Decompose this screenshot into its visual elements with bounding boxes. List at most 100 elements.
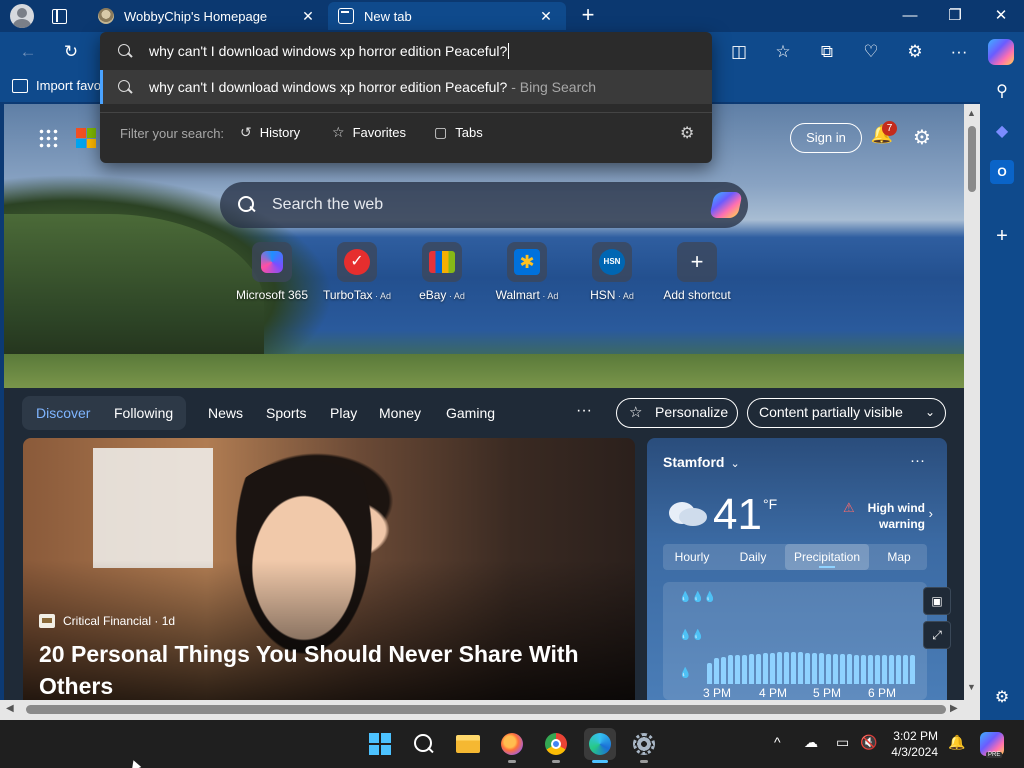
search-icon — [238, 196, 256, 214]
personalize-button[interactable]: ☆ Personalize — [616, 398, 738, 428]
weather-tab-daily[interactable]: Daily — [723, 544, 783, 570]
tab-actions-icon[interactable] — [48, 6, 70, 26]
notification-bell-icon[interactable]: 🔔 — [948, 734, 965, 751]
taskbar-search[interactable] — [408, 728, 440, 760]
horizontal-scrollbar[interactable]: ◀ ▶ — [0, 700, 980, 720]
shortcut-turbotax[interactable]: ✓ TurboTax · Ad — [309, 242, 405, 302]
sidebar-copilot-icon[interactable]: ◆ — [990, 120, 1014, 144]
scroll-left-icon[interactable]: ◀ — [6, 703, 14, 714]
restore-button[interactable]: ❐ — [932, 0, 978, 32]
page-settings-icon[interactable]: ⚙ — [910, 125, 934, 149]
nav-money[interactable]: Money — [379, 396, 421, 430]
back-icon[interactable]: ← — [15, 40, 41, 64]
weather-card[interactable]: Stamford ⌄ ··· 41 °F ⚠ High wind warning … — [647, 438, 947, 700]
vertical-scrollbar[interactable]: ▲ ▼ — [964, 104, 980, 700]
precipitation-bar — [742, 655, 747, 684]
taskbar-firefox[interactable] — [496, 728, 528, 763]
favorites-icon[interactable]: ☆ — [770, 40, 796, 64]
app-launcher-icon[interactable] — [38, 128, 58, 148]
web-search-box[interactable]: Search the web — [220, 182, 748, 228]
tab-wobbychip-homepage[interactable]: WobbyChip's Homepage ✕ — [88, 2, 328, 30]
weather-unit[interactable]: °F — [763, 496, 777, 512]
close-window-button[interactable]: ✕ — [978, 0, 1024, 32]
shortcut-microsoft-365[interactable]: Microsoft 365 — [224, 242, 320, 302]
nav-play[interactable]: Play — [330, 396, 357, 430]
sign-in-button[interactable]: Sign in — [790, 123, 862, 153]
taskbar-clock[interactable]: 3:02 PM 4/3/2024 — [866, 728, 938, 760]
sidebar-add-icon[interactable]: + — [990, 224, 1014, 248]
shortcut-hsn[interactable]: HSN HSN · Ad — [564, 242, 660, 302]
add-shortcut-button[interactable]: + Add shortcut — [649, 242, 745, 302]
chevron-right-icon[interactable]: › — [929, 506, 933, 521]
tray-overflow-chevron-icon[interactable]: ^ — [774, 734, 781, 750]
ebay-icon — [429, 251, 455, 273]
weather-more-icon[interactable]: ··· — [910, 452, 925, 469]
edge-sidebar: ⚲ ◆ O + ⚙ — [980, 72, 1024, 720]
chevron-down-icon: ⌄ — [730, 458, 740, 470]
microsoft-logo-icon[interactable] — [76, 128, 96, 148]
copilot-pre-badge: PRE — [986, 752, 1003, 758]
weather-tab-precipitation[interactable]: Precipitation — [785, 544, 869, 570]
scroll-up-icon[interactable]: ▲ — [967, 108, 976, 118]
search-suggestion[interactable]: why can't I download windows xp horror e… — [100, 70, 712, 104]
display-icon[interactable]: ▭ — [836, 734, 849, 751]
nav-gaming[interactable]: Gaming — [446, 396, 495, 430]
sidebar-settings-icon[interactable]: ⚙ — [990, 686, 1014, 710]
precipitation-bar — [903, 655, 908, 684]
windows-start-icon — [369, 733, 391, 755]
start-button[interactable] — [364, 728, 396, 760]
article-headline[interactable]: 20 Personal Things You Should Never Shar… — [39, 638, 619, 700]
network-disconnected-icon[interactable]: ☁ — [804, 734, 818, 751]
sidebar-search-icon[interactable]: ⚲ — [990, 80, 1014, 104]
scrollbar-thumb[interactable] — [968, 126, 976, 192]
address-bar-input[interactable]: why can't I download windows xp horror e… — [100, 32, 712, 70]
weather-tab-map[interactable]: Map — [871, 544, 927, 570]
weather-location[interactable]: Stamford ⌄ — [663, 454, 740, 470]
nav-news[interactable]: News — [208, 396, 243, 430]
weather-tab-hourly[interactable]: Hourly — [663, 544, 721, 570]
sidebar-outlook-icon[interactable]: O — [990, 160, 1014, 184]
nav-sports[interactable]: Sports — [266, 396, 306, 430]
scroll-down-icon[interactable]: ▼ — [967, 682, 976, 692]
expand-icon[interactable]: ⤢ — [923, 621, 951, 649]
extensions-icon[interactable]: ⚙ — [902, 40, 928, 64]
tab-close-icon[interactable]: ✕ — [298, 8, 318, 25]
content-visibility-dropdown[interactable]: Content partially visible ⌄ — [747, 398, 946, 428]
copilot-preview-icon[interactable]: PRE — [980, 732, 1004, 758]
heavy-rain-icon: 💧💧💧 — [679, 592, 717, 603]
taskbar-settings[interactable] — [628, 728, 660, 763]
browser-essentials-icon[interactable]: ♡ — [858, 40, 884, 64]
search-settings-icon[interactable]: ⚙ — [680, 123, 694, 143]
more-menu-icon[interactable]: ··· — [946, 40, 972, 64]
scrollbar-thumb[interactable] — [26, 705, 946, 714]
filter-favorites[interactable]: ☆ Favorites — [332, 124, 406, 141]
tab-new-tab[interactable]: New tab ✕ — [328, 2, 566, 30]
filter-tabs[interactable]: ▢ Tabs — [434, 124, 483, 141]
taskbar-file-explorer[interactable] — [452, 728, 484, 760]
refresh-icon[interactable]: ↻ — [58, 40, 84, 64]
taskbar-edge[interactable] — [584, 728, 616, 763]
taskbar-chrome[interactable] — [540, 728, 572, 763]
time-label: 6 PM — [868, 686, 897, 700]
weather-alert[interactable]: High wind warning — [845, 500, 925, 532]
import-favorites-link[interactable]: Import favo — [12, 78, 101, 93]
shortcut-ebay[interactable]: eBay · Ad — [394, 242, 490, 302]
feed-more-icon[interactable]: ··· — [576, 396, 592, 426]
collections-icon[interactable]: ⧉ — [814, 40, 840, 64]
tab-discover[interactable]: Discover — [36, 396, 90, 430]
copilot-icon[interactable] — [988, 39, 1014, 65]
minimize-button[interactable]: — — [887, 0, 933, 32]
filter-history[interactable]: ↺ History — [240, 124, 300, 141]
profile-avatar[interactable] — [10, 4, 34, 28]
folder-icon — [456, 735, 480, 753]
scroll-right-icon[interactable]: ▶ — [950, 703, 958, 714]
copilot-icon[interactable] — [709, 192, 743, 218]
image-toggle-icon[interactable]: ▣ — [923, 587, 951, 615]
tab-close-icon[interactable]: ✕ — [536, 8, 556, 25]
shortcut-walmart[interactable]: ✱ Walmart · Ad — [479, 242, 575, 302]
new-tab-button[interactable]: + — [576, 3, 600, 29]
split-screen-icon[interactable]: ◫ — [726, 40, 752, 64]
tab-following[interactable]: Following — [114, 396, 173, 430]
article-card[interactable]: Critical Financial · 1d 20 Personal Thin… — [23, 438, 635, 700]
precipitation-bar — [784, 652, 789, 684]
